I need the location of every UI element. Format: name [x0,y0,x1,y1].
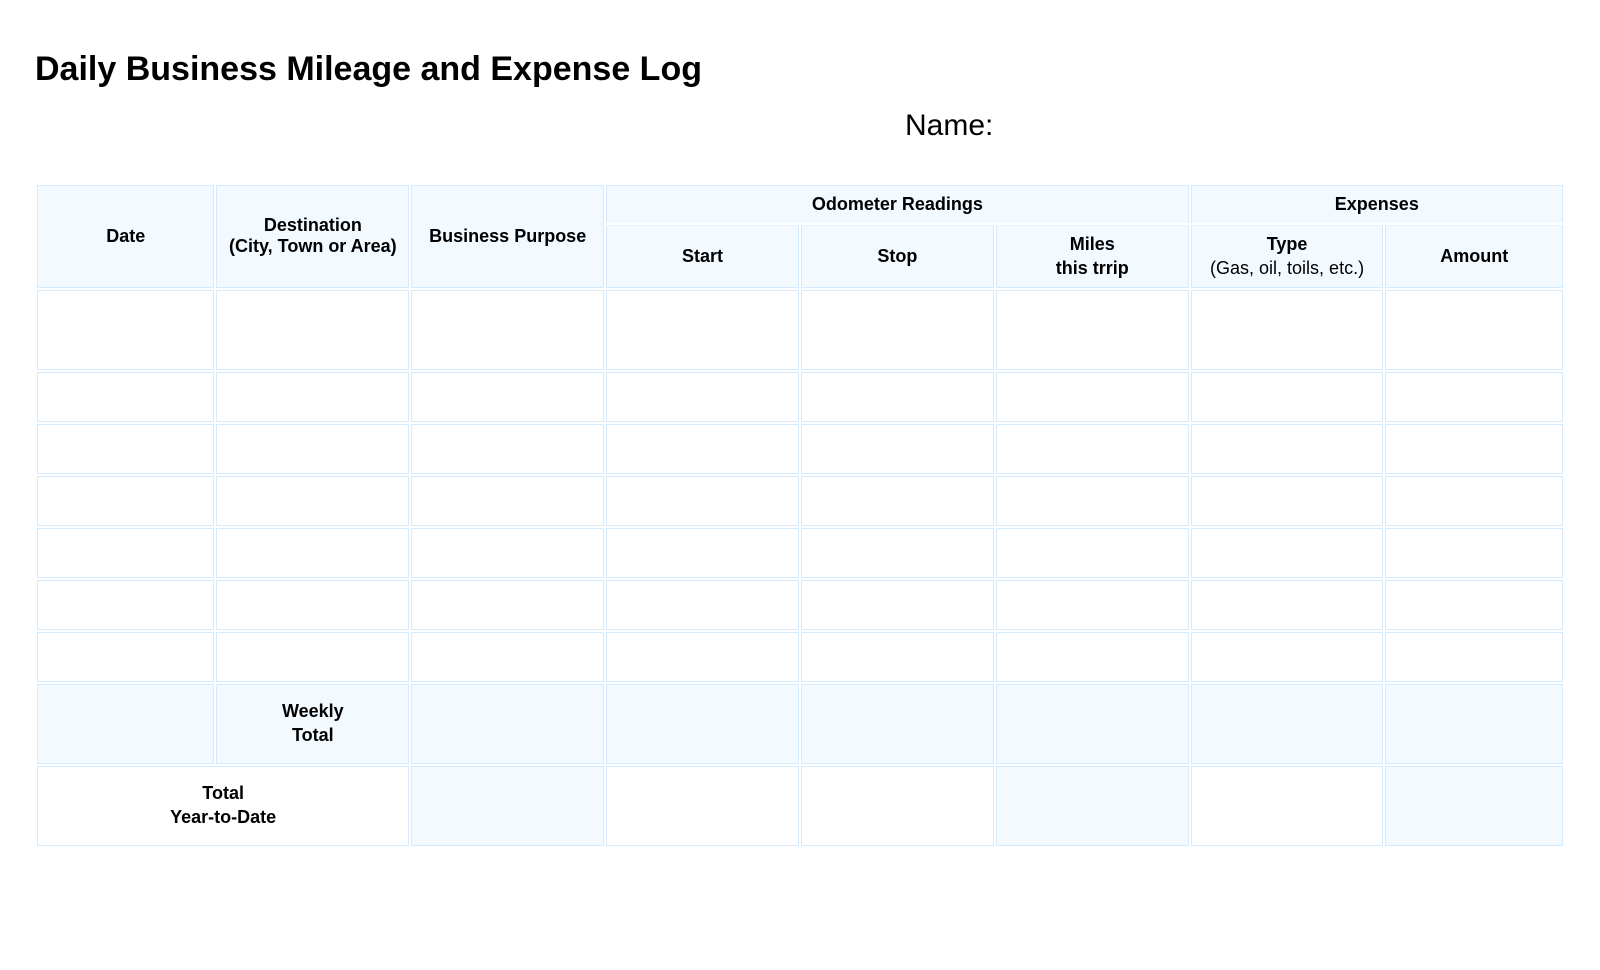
cell-amount[interactable] [1385,580,1563,630]
cell-amount[interactable] [1385,632,1563,682]
cell-stop[interactable] [801,580,994,630]
cell-date[interactable] [37,632,214,682]
cell-start[interactable] [606,424,799,474]
cell-type[interactable] [1191,632,1384,682]
cell-date[interactable] [37,290,214,370]
ytd-amount[interactable] [1385,766,1563,846]
weekly-total-stop[interactable] [801,684,994,764]
weekly-total-miles[interactable] [996,684,1189,764]
name-label: Name: [905,109,1565,143]
cell-amount[interactable] [1385,424,1563,474]
weekly-total-start[interactable] [606,684,799,764]
col-header-date: Date [37,185,214,288]
cell-date[interactable] [37,580,214,630]
col-group-odometer: Odometer Readings [606,185,1189,223]
col-header-purpose: Business Purpose [411,185,604,288]
cell-date[interactable] [37,528,214,578]
cell-amount[interactable] [1385,290,1563,370]
cell-destination[interactable] [216,372,409,422]
cell-purpose[interactable] [411,632,604,682]
cell-amount[interactable] [1385,528,1563,578]
col-group-expenses: Expenses [1191,185,1563,223]
cell-purpose[interactable] [411,476,604,526]
cell-type[interactable] [1191,580,1384,630]
cell-miles[interactable] [996,372,1189,422]
cell-start[interactable] [606,290,799,370]
col-header-miles: Miles this trrip [996,225,1189,288]
cell-type[interactable] [1191,372,1384,422]
ytd-stop[interactable] [801,766,994,846]
cell-stop[interactable] [801,528,994,578]
table-row [37,528,1563,578]
cell-miles[interactable] [996,528,1189,578]
cell-stop[interactable] [801,424,994,474]
col-header-amount: Amount [1385,225,1563,288]
cell-start[interactable] [606,580,799,630]
page-title: Daily Business Mileage and Expense Log [35,50,1565,89]
col-header-start: Start [606,225,799,288]
mileage-expense-table: Date Destination (City, Town or Area) Bu… [35,183,1565,848]
ytd-miles[interactable] [996,766,1189,846]
cell-destination[interactable] [216,528,409,578]
cell-purpose[interactable] [411,528,604,578]
ytd-label: Total Year-to-Date [37,766,409,846]
table-row [37,476,1563,526]
cell-miles[interactable] [996,580,1189,630]
cell-start[interactable] [606,372,799,422]
weekly-total-amount[interactable] [1385,684,1563,764]
cell-destination[interactable] [216,424,409,474]
cell-stop[interactable] [801,476,994,526]
ytd-purpose[interactable] [411,766,604,846]
cell-miles[interactable] [996,424,1189,474]
table-row [37,372,1563,422]
ytd-type[interactable] [1191,766,1384,846]
cell-type[interactable] [1191,528,1384,578]
cell-type[interactable] [1191,290,1384,370]
cell-stop[interactable] [801,372,994,422]
col-header-type: Type (Gas, oil, toils, etc.) [1191,225,1384,288]
weekly-total-blank [37,684,214,764]
ytd-row: Total Year-to-Date [37,766,1563,846]
cell-miles[interactable] [996,632,1189,682]
cell-start[interactable] [606,632,799,682]
cell-amount[interactable] [1385,476,1563,526]
ytd-start[interactable] [606,766,799,846]
table-row [37,580,1563,630]
cell-type[interactable] [1191,424,1384,474]
table-row [37,424,1563,474]
cell-destination[interactable] [216,580,409,630]
table-row [37,290,1563,370]
cell-date[interactable] [37,476,214,526]
cell-destination[interactable] [216,632,409,682]
cell-destination[interactable] [216,476,409,526]
cell-miles[interactable] [996,476,1189,526]
cell-stop[interactable] [801,632,994,682]
col-header-destination: Destination (City, Town or Area) [216,185,409,288]
cell-start[interactable] [606,476,799,526]
cell-stop[interactable] [801,290,994,370]
cell-purpose[interactable] [411,424,604,474]
table-row [37,632,1563,682]
cell-amount[interactable] [1385,372,1563,422]
cell-purpose[interactable] [411,372,604,422]
cell-start[interactable] [606,528,799,578]
cell-date[interactable] [37,372,214,422]
cell-type[interactable] [1191,476,1384,526]
weekly-total-row: Weekly Total [37,684,1563,764]
cell-purpose[interactable] [411,580,604,630]
cell-miles[interactable] [996,290,1189,370]
cell-date[interactable] [37,424,214,474]
cell-destination[interactable] [216,290,409,370]
weekly-total-purpose[interactable] [411,684,604,764]
col-header-stop: Stop [801,225,994,288]
cell-purpose[interactable] [411,290,604,370]
weekly-total-type[interactable] [1191,684,1384,764]
weekly-total-label: Weekly Total [216,684,409,764]
